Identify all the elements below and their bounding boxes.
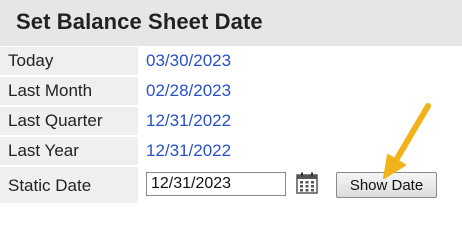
row-label-today: Today	[8, 51, 54, 70]
label-cell: Last Month	[0, 77, 138, 105]
balance-sheet-date-panel: Set Balance Sheet Date Today 03/30/2023 …	[0, 0, 462, 206]
label-cell: Today	[0, 47, 138, 75]
row-label-last-year: Last Year	[8, 141, 79, 160]
title-bar: Set Balance Sheet Date	[0, 0, 462, 46]
label-cell: Last Quarter	[0, 107, 138, 135]
date-link-today[interactable]: 03/30/2023	[146, 51, 231, 71]
calendar-icon[interactable]	[296, 172, 318, 194]
date-link-last-quarter[interactable]: 12/31/2022	[146, 111, 231, 131]
static-date-input[interactable]	[146, 172, 286, 196]
row-today: Today 03/30/2023	[0, 47, 462, 77]
panel-title: Set Balance Sheet Date	[16, 9, 263, 34]
label-cell: Static Date	[0, 167, 138, 203]
arrow-annotation	[383, 103, 431, 179]
date-link-last-year[interactable]: 12/31/2022	[146, 141, 231, 161]
date-link-last-month[interactable]: 02/28/2023	[146, 81, 231, 101]
value-cell: 03/30/2023	[140, 47, 462, 75]
label-cell: Last Year	[0, 137, 138, 165]
row-label-last-quarter: Last Quarter	[8, 111, 103, 130]
row-label-last-month: Last Month	[8, 81, 93, 100]
row-label-static-date: Static Date	[8, 176, 92, 195]
